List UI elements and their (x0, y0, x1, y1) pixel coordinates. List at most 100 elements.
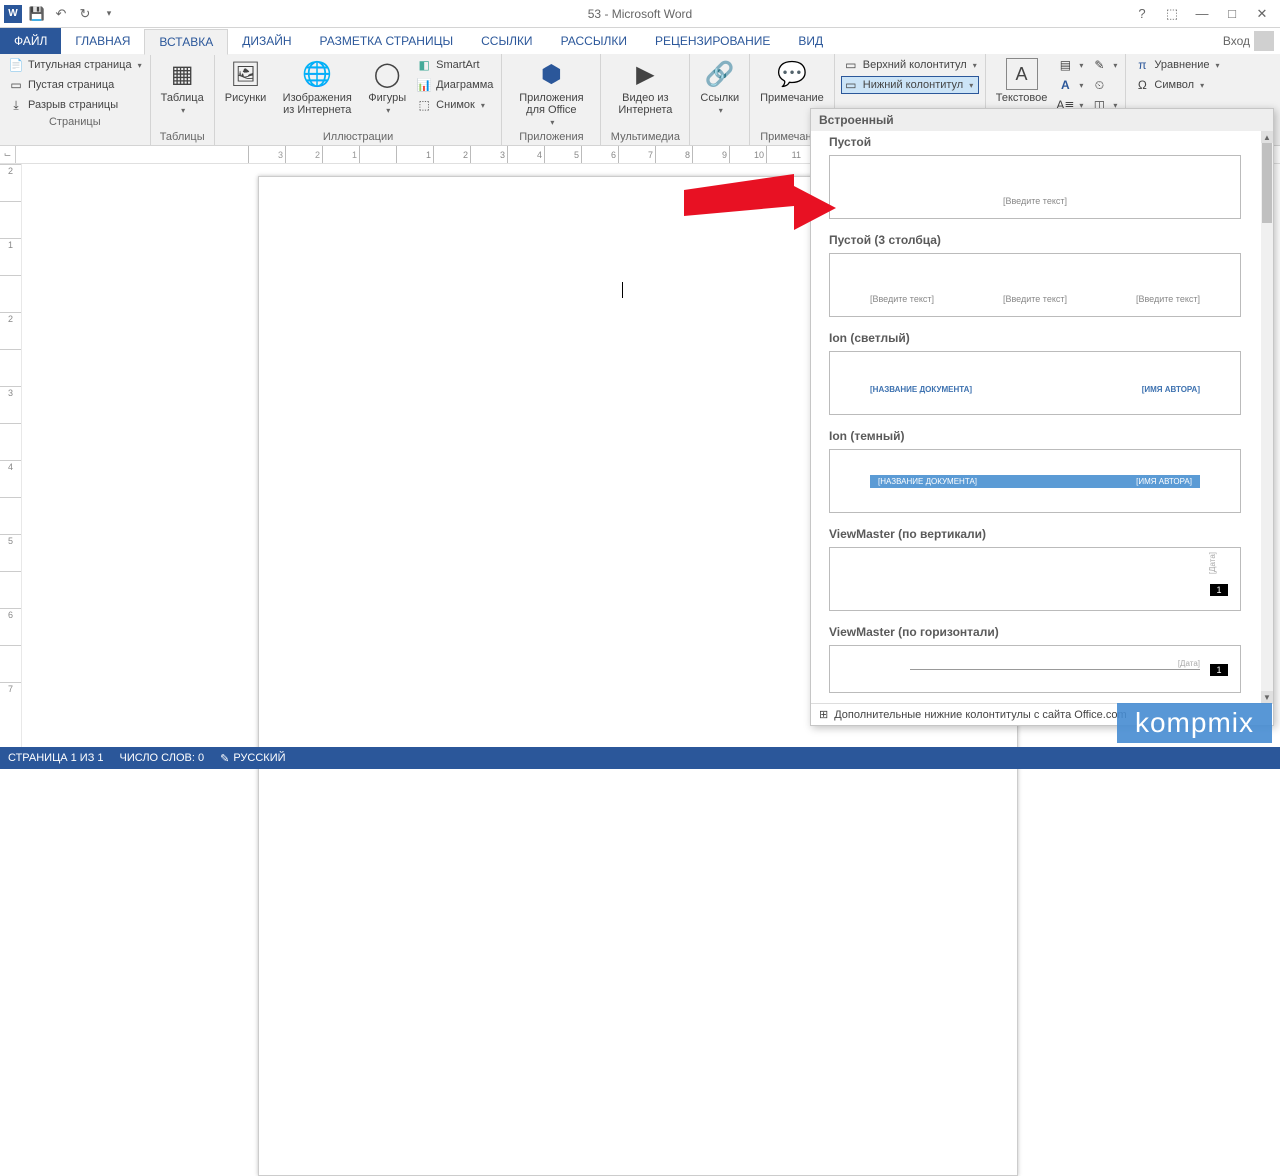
gallery-item[interactable]: ViewMaster (по горизонтали) [Дата] 1 (811, 621, 1259, 703)
datetime-button[interactable]: ⏲ (1089, 76, 1119, 94)
shapes-icon: ◯ (371, 58, 403, 90)
comment-button[interactable]: 💬Примечание (756, 56, 828, 106)
video-button[interactable]: ▶Видео из Интернета (607, 56, 683, 118)
shapes-button[interactable]: ◯ Фигуры (364, 56, 410, 117)
blank-page-button[interactable]: ▭Пустая страница (6, 76, 144, 94)
pictures-icon: 🖼 (229, 58, 261, 90)
ruler-mark (0, 645, 21, 682)
save-icon[interactable]: 💾 (28, 5, 46, 23)
pictures-label: Рисунки (225, 92, 267, 104)
ruler-mark: 1 (322, 146, 359, 163)
gallery-item[interactable]: Пустой (3 столбца) [Введите текст] [Введ… (811, 229, 1259, 327)
qat-customize-icon[interactable]: ▾ (100, 5, 118, 23)
scroll-down-icon[interactable]: ▼ (1261, 691, 1273, 703)
maximize-icon[interactable]: □ (1220, 4, 1244, 24)
smartart-button[interactable]: ◧SmartArt (414, 56, 495, 74)
status-bar: СТРАНИЦА 1 ИЗ 1 ЧИСЛО СЛОВ: 0 ✎РУССКИЙ (0, 747, 1280, 769)
group-tables: ▦Таблица Таблицы (151, 54, 215, 145)
tab-mailings[interactable]: РАССЫЛКИ (547, 28, 641, 54)
gallery-more-label: Дополнительные нижние колонтитулы с сайт… (834, 709, 1126, 721)
redo-icon[interactable]: ↻ (76, 5, 94, 23)
group-apps-label: Приложения (508, 129, 594, 145)
apps-button[interactable]: ⬢Приложения для Office (508, 56, 594, 129)
tab-view[interactable]: ВИД (784, 28, 837, 54)
footer-label: Нижний колонтитул (863, 79, 963, 91)
avatar-icon (1254, 31, 1274, 51)
links-button[interactable]: 🔗Ссылки (696, 56, 743, 117)
gallery-item-label: ViewMaster (по горизонтали) (829, 625, 1241, 639)
gallery-scrollbar[interactable]: ▲ ▼ (1261, 131, 1273, 703)
status-wordcount[interactable]: ЧИСЛО СЛОВ: 0 (120, 752, 205, 764)
ruler-mark: 3 (470, 146, 507, 163)
gallery-item[interactable]: Пустой [Введите текст] (811, 131, 1259, 229)
cover-page-label: Титульная страница (28, 59, 132, 71)
page-break-button[interactable]: ⤓Разрыв страницы (6, 96, 144, 114)
close-icon[interactable]: ✕ (1250, 4, 1274, 24)
gallery-item[interactable]: Ion (темный) [НАЗВАНИЕ ДОКУМЕНТА][ИМЯ АВ… (811, 425, 1259, 523)
chart-button[interactable]: 📊Диаграмма (414, 76, 495, 94)
ruler-mark: 6 (581, 146, 618, 163)
tab-file[interactable]: ФАЙЛ (0, 28, 61, 54)
ribbon-options-icon[interactable]: ⬚ (1160, 4, 1184, 24)
help-icon[interactable]: ? (1130, 4, 1154, 24)
scroll-up-icon[interactable]: ▲ (1261, 131, 1273, 143)
gallery-item-label: ViewMaster (по вертикали) (829, 527, 1241, 541)
preview-text: [Введите текст] (870, 294, 934, 304)
chart-icon: 📊 (416, 77, 432, 93)
screenshot-button[interactable]: ⬚ Снимок (414, 96, 495, 114)
screenshot-icon: ⬚ (416, 97, 432, 113)
tab-page-layout[interactable]: РАЗМЕТКА СТРАНИЦЫ (306, 28, 468, 54)
ruler-mark (0, 497, 21, 534)
online-pictures-button[interactable]: 🌐Изображения из Интернета (274, 56, 360, 118)
group-pages-label: Страницы (6, 114, 144, 130)
equation-icon: π (1134, 57, 1150, 73)
status-page[interactable]: СТРАНИЦА 1 ИЗ 1 (8, 752, 104, 764)
ruler-mark (0, 571, 21, 608)
ruler-mark: 7 (0, 682, 21, 719)
tab-design[interactable]: ДИЗАЙН (228, 28, 305, 54)
signin-label: Вход (1223, 34, 1250, 48)
undo-icon[interactable]: ↶ (52, 5, 70, 23)
preview-text: [Введите текст] (1136, 294, 1200, 304)
status-language[interactable]: ✎РУССКИЙ (220, 752, 285, 765)
preview-text: [НАЗВАНИЕ ДОКУМЕНТА] (878, 477, 977, 486)
ruler-mark: 6 (0, 608, 21, 645)
ruler-mark: 2 (285, 146, 322, 163)
table-label: Таблица (161, 92, 204, 104)
group-apps: ⬢Приложения для Office Приложения (502, 54, 601, 145)
signin-area[interactable]: Вход (1223, 28, 1280, 54)
blank-page-label: Пустая страница (28, 79, 114, 91)
tab-references[interactable]: ССЫЛКИ (467, 28, 546, 54)
quickparts-button[interactable]: ▤ (1055, 56, 1085, 74)
group-illustrations-label: Иллюстрации (221, 129, 496, 145)
gallery-item[interactable]: Ion (светлый) [НАЗВАНИЕ ДОКУМЕНТА] [ИМЯ … (811, 327, 1259, 425)
symbol-button[interactable]: ΩСимвол (1132, 76, 1221, 94)
wordart-button[interactable]: A (1055, 76, 1085, 94)
ruler-mark: 3 (0, 386, 21, 423)
tab-home[interactable]: ГЛАВНАЯ (61, 28, 144, 54)
ruler-mark (0, 275, 21, 312)
table-button[interactable]: ▦ Таблица (157, 56, 208, 117)
datetime-icon: ⏲ (1091, 77, 1107, 93)
tab-insert[interactable]: ВСТАВКА (144, 29, 228, 55)
tab-review[interactable]: РЕЦЕНЗИРОВАНИЕ (641, 28, 784, 54)
preview-pagenum: 1 (1210, 664, 1228, 676)
gallery-item[interactable]: ViewMaster (по вертикали) [Дата] 1 (811, 523, 1259, 621)
minimize-icon[interactable]: — (1190, 4, 1214, 24)
preview-text: [Введите текст] (1003, 196, 1067, 206)
screenshot-label: Снимок (436, 99, 475, 111)
shapes-label: Фигуры (368, 92, 406, 104)
equation-button[interactable]: πУравнение (1132, 56, 1221, 74)
cover-page-button[interactable]: 📄Титульная страница (6, 56, 144, 74)
pictures-button[interactable]: 🖼 Рисунки (221, 56, 271, 106)
table-icon: ▦ (166, 58, 198, 90)
gallery-preview: [Дата] 1 (829, 645, 1241, 693)
ruler-mark: 2 (433, 146, 470, 163)
symbol-icon: Ω (1134, 77, 1150, 93)
preview-pagenum: 1 (1210, 584, 1228, 596)
header-button[interactable]: ▭Верхний колонтитул (841, 56, 979, 74)
scroll-thumb[interactable] (1262, 143, 1272, 223)
group-links-label (696, 129, 743, 145)
footer-button[interactable]: ▭Нижний колонтитул (841, 76, 979, 94)
signature-button[interactable]: ✎ (1089, 56, 1119, 74)
